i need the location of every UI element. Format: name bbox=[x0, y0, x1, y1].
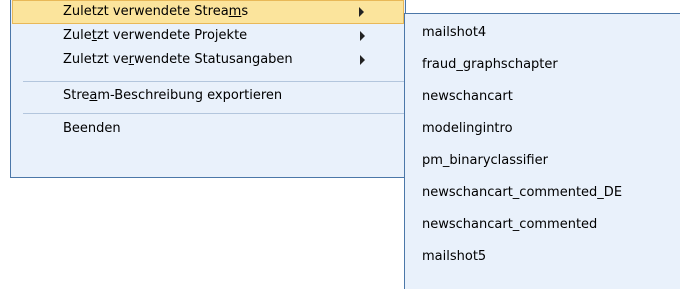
menu-item-exit[interactable]: Beenden bbox=[12, 117, 404, 141]
menu-item-label: Zuletzt verwendete Projekte bbox=[63, 28, 248, 43]
menu-item-label: Zuletzt verwendete Streams bbox=[63, 4, 249, 19]
submenu-item-stream[interactable]: mailshot4 bbox=[422, 18, 486, 48]
chevron-right-icon bbox=[360, 31, 365, 41]
menu-item-recent-projects[interactable]: Zuletzt verwendete Projekte bbox=[12, 24, 404, 48]
menu-item-recent-states[interactable]: Zuletzt verwendete Statusangaben bbox=[12, 48, 404, 72]
menu-item-export-stream-description[interactable]: Stream-Beschreibung exportieren bbox=[12, 84, 404, 108]
menu-item-label: Zuletzt verwendete Statusangaben bbox=[63, 52, 293, 67]
recent-streams-submenu: mailshot4 fraud_graphschapter newschanca… bbox=[404, 13, 680, 289]
submenu-item-stream[interactable]: pm_binaryclassifier bbox=[422, 146, 548, 176]
submenu-item-stream[interactable]: newschancart_commented bbox=[422, 210, 597, 240]
submenu-item-stream[interactable]: mailshot5 bbox=[422, 242, 486, 272]
main-menu: Zuletzt verwendete Streams Zuletzt verwe… bbox=[10, 0, 406, 178]
menu-separator bbox=[23, 81, 405, 82]
submenu-item-stream[interactable]: fraud_graphschapter bbox=[422, 50, 558, 80]
menu-item-label: Stream-Beschreibung exportieren bbox=[63, 88, 283, 103]
submenu-item-stream[interactable]: newschancart bbox=[422, 82, 513, 112]
menu-item-recent-streams[interactable]: Zuletzt verwendete Streams bbox=[12, 0, 404, 24]
menu-item-label: Beenden bbox=[63, 121, 121, 136]
submenu-item-stream[interactable]: modelingintro bbox=[422, 114, 513, 144]
chevron-right-icon bbox=[359, 7, 364, 17]
submenu-item-stream[interactable]: newschancart_commented_DE bbox=[422, 178, 622, 208]
menu-separator bbox=[23, 113, 405, 114]
chevron-right-icon bbox=[360, 55, 365, 65]
